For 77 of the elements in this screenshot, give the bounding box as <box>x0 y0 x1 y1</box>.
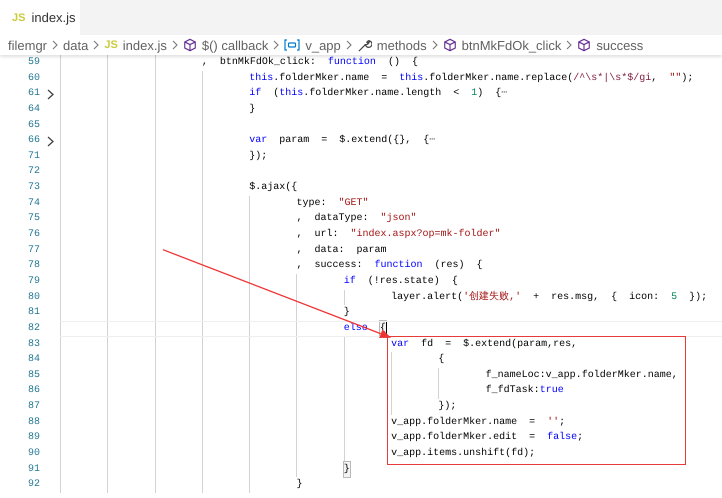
chevron-right-icon <box>273 40 280 50</box>
line-number: 79 <box>26 274 40 289</box>
breadcrumb-item[interactable]: btnMkFdOk_click <box>462 38 562 52</box>
cube-icon <box>577 38 592 52</box>
line-number: 74 <box>26 196 40 211</box>
line-number: 84 <box>26 353 40 368</box>
line-number: 66 <box>26 134 40 148</box>
line-number: 81 <box>26 306 40 320</box>
line-number: 86 <box>26 384 40 398</box>
cube-icon <box>442 38 457 52</box>
code-line: this.folderMker.name = this.folderMker.name.replace(/^\s*|\s*$/gi, ""); <box>249 72 694 86</box>
code-line: } <box>296 478 302 492</box>
line-number: 75 <box>26 212 40 226</box>
breadcrumb-item[interactable]: methods <box>376 38 427 52</box>
line-number: 77 <box>26 244 40 258</box>
editor-tab[interactable]: JS index.js <box>0 0 80 35</box>
code-line: , data: param <box>296 244 386 258</box>
breadcrumb-item[interactable]: data <box>63 38 88 52</box>
js-file-icon: JS <box>104 39 118 51</box>
js-file-icon: JS <box>12 12 26 24</box>
code-line: if (this.folderMker.name.length < 1) {⋯ <box>249 86 508 102</box>
code-line: if (!res.state) { <box>344 274 458 289</box>
code-line: f_fdTask:true <box>486 384 564 398</box>
chevron-right-icon <box>52 40 58 50</box>
line-number: 87 <box>26 400 40 414</box>
code-line: f_nameLoc:v_app.folderMker.name, <box>486 368 678 383</box>
code-line: v_app.folderMker.name = ''; <box>391 416 566 430</box>
code-line: , btnMkFdOk_click: function () { <box>202 56 418 70</box>
code-line: }); <box>438 400 456 414</box>
line-number: 80 <box>26 290 40 305</box>
line-number: 89 <box>26 431 40 446</box>
chevron-right-icon <box>172 40 178 50</box>
code-line: }); <box>249 150 268 164</box>
chevron-right-icon[interactable] <box>46 88 54 100</box>
line-number: 88 <box>26 416 40 430</box>
code-line: layer.alert('创建失败,' + res.msg, { icon: 5 }); <box>391 290 708 305</box>
chevron-right-icon <box>346 40 352 50</box>
line-number: 76 <box>26 228 40 242</box>
chevron-right-icon[interactable] <box>46 136 54 147</box>
chevron-right-icon <box>432 40 438 50</box>
chevron-right-icon <box>93 40 100 50</box>
breadcrumb-item[interactable]: $() callback <box>202 38 268 52</box>
breadcrumb-item[interactable]: index.js <box>122 38 167 52</box>
line-number: 60 <box>26 72 40 86</box>
code-line: type: "GET" <box>296 196 369 211</box>
line-number: 61 <box>26 87 40 102</box>
line-number: 78 <box>26 259 40 274</box>
line-number: 73 <box>26 181 40 196</box>
line-number: 83 <box>26 338 40 352</box>
code-line: v_app.items.unshift(fd); <box>391 446 536 462</box>
line-number: 91 <box>26 462 40 477</box>
breadcrumb-item[interactable]: v_app <box>305 38 341 52</box>
line-number: 90 <box>26 447 40 462</box>
bracket-box-icon <box>284 39 300 51</box>
line-number: 64 <box>26 102 40 117</box>
line-number: 71 <box>26 150 40 164</box>
code-line: { <box>438 352 444 368</box>
code-line: $.ajax({ <box>249 180 298 196</box>
line-number: 59 <box>26 56 40 70</box>
code-line: } <box>344 306 350 320</box>
code-line: } <box>249 102 256 117</box>
code-line: v_app.folderMker.edit = false; <box>391 430 584 446</box>
code-line: , success: function (res) { <box>296 258 483 274</box>
code-line: , url: "index.aspx?op=mk-folder" <box>296 228 501 242</box>
code-line: var param = $.extend({}, {⋯ <box>249 134 436 148</box>
line-number: 82 <box>26 322 40 336</box>
code-line: , dataType: "json" <box>296 212 417 226</box>
wrench-icon <box>356 38 372 52</box>
code-line: var fd = $.extend(param,res, <box>391 338 578 352</box>
line-number: 92 <box>26 478 40 492</box>
chevron-right-icon <box>566 40 572 50</box>
line-number: 72 <box>26 165 40 180</box>
breadcrumb-item[interactable]: success <box>596 38 644 52</box>
cube-icon <box>182 38 197 52</box>
breadcrumb-item[interactable]: filemgr <box>8 38 48 52</box>
line-number: 85 <box>26 368 40 383</box>
line-number: 65 <box>26 118 40 133</box>
